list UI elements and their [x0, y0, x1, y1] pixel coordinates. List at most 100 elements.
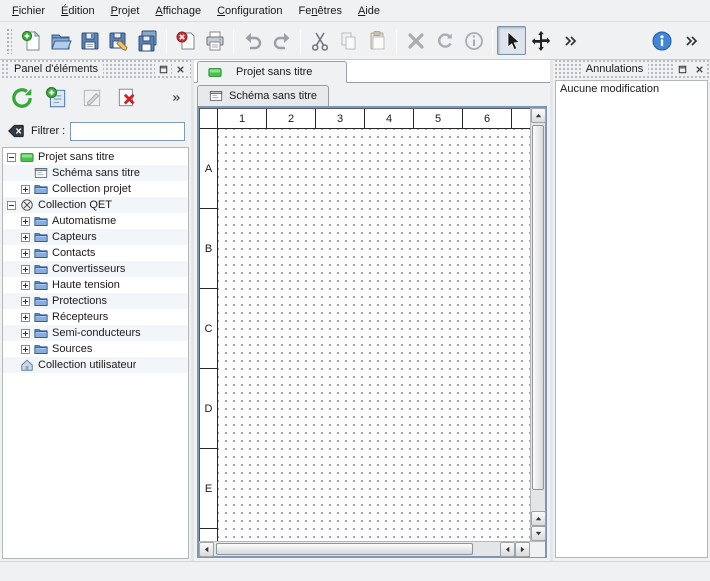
- row-ruler: ABCDE: [200, 129, 218, 541]
- expand-icon[interactable]: [21, 185, 30, 194]
- expand-icon[interactable]: [21, 217, 30, 226]
- expand-icon[interactable]: [21, 329, 30, 338]
- expand-icon[interactable]: [21, 265, 30, 274]
- tree-item-projet-sans-titre[interactable]: Projet sans titre: [3, 149, 188, 165]
- tree-item-schema-sans-titre[interactable]: Schéma sans titre: [3, 165, 188, 181]
- close-undo-button[interactable]: [691, 62, 707, 76]
- cut-button[interactable]: [305, 26, 334, 55]
- tree-item-semi-conducteurs[interactable]: Semi-conducteurs: [3, 325, 188, 341]
- diagram-page[interactable]: 123456 ABCDE: [199, 108, 530, 541]
- menu-fichier[interactable]: Fichier: [4, 2, 53, 20]
- expand-icon[interactable]: [21, 297, 30, 306]
- expand-icon[interactable]: [21, 233, 30, 242]
- filter-label: Filtrer :: [31, 125, 65, 137]
- reload-collections-button[interactable]: [6, 82, 38, 114]
- collapse-icon[interactable]: [7, 153, 16, 162]
- delete-element-button[interactable]: [111, 82, 143, 114]
- menu-configuration[interactable]: Configuration: [209, 2, 290, 20]
- menu-affichage[interactable]: Affichage: [147, 2, 209, 20]
- folder-blue-icon: [34, 294, 48, 308]
- status-bar: [0, 561, 710, 581]
- ruler-corner: [200, 109, 218, 128]
- horizontal-scroll-track[interactable]: [214, 542, 500, 556]
- vertical-scroll-track[interactable]: [531, 123, 545, 511]
- qet-logo-icon: [20, 198, 34, 212]
- panel-toolbar-overflow-button[interactable]: [167, 86, 185, 110]
- menu-fenetres[interactable]: Fenêtres: [291, 2, 350, 20]
- close-project-button[interactable]: [171, 26, 200, 55]
- scrollbar-corner: [530, 542, 545, 557]
- main-toolbar: [0, 22, 710, 60]
- folder-blue-icon: [34, 182, 48, 196]
- expand-icon[interactable]: [21, 345, 30, 354]
- tree-item-label: Récepteurs: [52, 311, 108, 323]
- float-panel-button[interactable]: [155, 62, 171, 76]
- tab-projet-sans-titre[interactable]: Projet sans titre: [197, 61, 347, 83]
- expand-icon[interactable]: [21, 249, 30, 258]
- clear-filter-button[interactable]: [6, 122, 26, 141]
- rotate-selection-button[interactable]: [430, 26, 459, 55]
- delete-selection-button[interactable]: [401, 26, 430, 55]
- scroll-up-button[interactable]: [531, 108, 546, 123]
- selection-properties-button[interactable]: [459, 26, 488, 55]
- tree-item-collection-qet[interactable]: Collection QET: [3, 197, 188, 213]
- save-as-button[interactable]: [104, 26, 133, 55]
- vertical-scrollbar[interactable]: [530, 108, 545, 541]
- menu-aide[interactable]: Aide: [350, 2, 388, 20]
- tree-item-collection-utilisateur[interactable]: Collection utilisateur: [3, 357, 188, 373]
- tab-schema-sans-titre[interactable]: Schéma sans titre: [197, 85, 329, 106]
- horizontal-scroll-thumb[interactable]: [216, 543, 473, 555]
- open-project-button[interactable]: [46, 26, 75, 55]
- tree-item-protections[interactable]: Protections: [3, 293, 188, 309]
- delete-element-icon: [115, 86, 139, 110]
- arrow-left-icon: [503, 545, 512, 554]
- qelectrotech-window: FichierÉditionProjetAffichageConfigurati…: [0, 0, 710, 581]
- scroll-left-button-right[interactable]: [500, 542, 515, 557]
- cut-icon: [309, 30, 331, 52]
- print-button[interactable]: [200, 26, 229, 55]
- tree-item-recepteurs[interactable]: Récepteurs: [3, 309, 188, 325]
- undo-dock-header[interactable]: Annulations: [553, 60, 710, 78]
- tree-item-sources[interactable]: Sources: [3, 341, 188, 357]
- toolbar-overflow-button[interactable]: [555, 26, 584, 55]
- float-undo-button[interactable]: [674, 62, 690, 76]
- project-icon: [208, 65, 222, 79]
- scroll-down-button[interactable]: [531, 526, 546, 541]
- redo-button[interactable]: [267, 26, 296, 55]
- about-button[interactable]: [647, 26, 676, 55]
- horizontal-scrollbar[interactable]: [199, 542, 530, 556]
- tree-item-contacts[interactable]: Contacts: [3, 245, 188, 261]
- toolbar-handle[interactable]: [6, 28, 12, 54]
- diagram-grid-canvas[interactable]: [218, 129, 530, 541]
- expand-icon[interactable]: [21, 281, 30, 290]
- save-all-button[interactable]: [133, 26, 162, 55]
- copy-button[interactable]: [334, 26, 363, 55]
- pan-mode-button[interactable]: [526, 26, 555, 55]
- close-panel-button[interactable]: [172, 62, 188, 76]
- scroll-left-button[interactable]: [199, 542, 214, 557]
- tree-item-automatisme[interactable]: Automatisme: [3, 213, 188, 229]
- menu-edition[interactable]: Édition: [53, 2, 103, 20]
- tree-item-capteurs[interactable]: Capteurs: [3, 229, 188, 245]
- tree-item-haute-tension[interactable]: Haute tension: [3, 277, 188, 293]
- schema-tab-label: Schéma sans titre: [229, 90, 317, 102]
- tree-item-convertisseurs[interactable]: Convertisseurs: [3, 261, 188, 277]
- help-overflow-button[interactable]: [676, 26, 705, 55]
- filter-input[interactable]: [70, 122, 185, 141]
- menu-projet[interactable]: Projet: [103, 2, 148, 20]
- tree-item-collection-projet[interactable]: Collection projet: [3, 181, 188, 197]
- paste-button[interactable]: [363, 26, 392, 55]
- arrow-up-icon: [534, 514, 543, 523]
- vertical-scroll-thumb[interactable]: [532, 125, 544, 490]
- select-mode-button[interactable]: [497, 26, 526, 55]
- edit-element-button[interactable]: [76, 82, 108, 114]
- scroll-right-button[interactable]: [515, 542, 530, 557]
- scroll-up-button-bottom[interactable]: [531, 511, 546, 526]
- expand-icon[interactable]: [21, 313, 30, 322]
- collapse-icon[interactable]: [7, 201, 16, 210]
- undo-button[interactable]: [238, 26, 267, 55]
- elements-panel-header[interactable]: Panel d'éléments: [0, 60, 191, 78]
- new-element-button[interactable]: [41, 82, 73, 114]
- save-button[interactable]: [75, 26, 104, 55]
- new-project-button[interactable]: [17, 26, 46, 55]
